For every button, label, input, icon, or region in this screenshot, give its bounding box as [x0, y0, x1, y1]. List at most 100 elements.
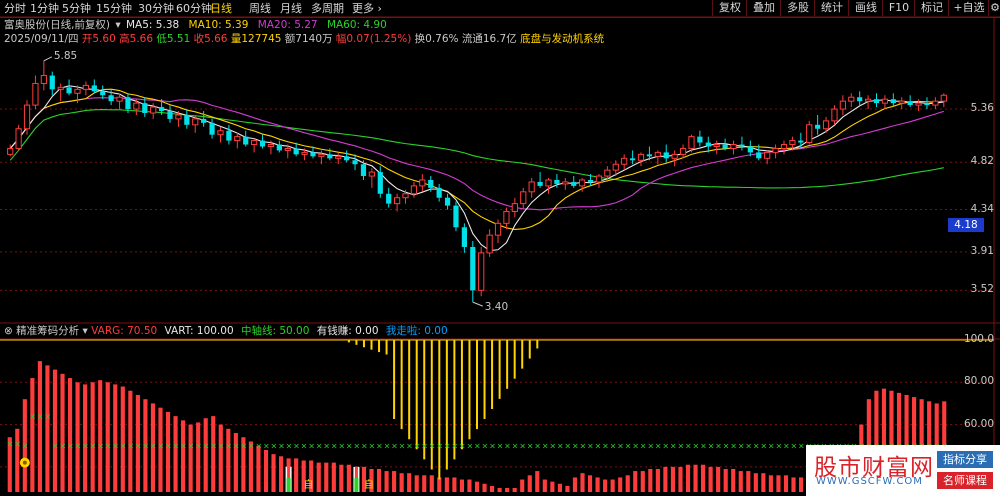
varg-bar — [384, 471, 389, 492]
midline-marker: × — [399, 442, 406, 451]
candle-body — [815, 124, 821, 129]
price-tick-label: 3.91 — [970, 244, 994, 257]
candle-body — [91, 85, 97, 92]
high-label: 5.85 — [54, 50, 77, 62]
midline-marker: × — [180, 442, 187, 451]
midline-marker: × — [738, 442, 745, 451]
candle-body — [848, 96, 855, 102]
candle-body — [571, 181, 577, 186]
varg-bar — [708, 466, 713, 492]
varg-value: VARG: 70.50 — [91, 325, 158, 337]
midline-marker: × — [466, 442, 473, 451]
profit-value: 有钱赚: 0.00 — [316, 325, 379, 337]
candle-body — [192, 118, 199, 126]
varg-bar — [685, 464, 691, 492]
candle-body — [419, 179, 426, 187]
candle-body — [150, 106, 157, 114]
price-tick-label: 4.34 — [970, 202, 994, 215]
candle-body — [789, 140, 796, 146]
candle-body — [739, 144, 745, 147]
candle-body — [318, 153, 325, 157]
watermark-tag-course: 名师课程 — [937, 472, 993, 489]
varg-bar — [580, 473, 585, 492]
midline-marker: × — [37, 412, 44, 421]
midline-marker: × — [7, 440, 14, 449]
midline-marker: × — [112, 442, 119, 451]
midline-marker: × — [346, 442, 353, 451]
candle-body — [453, 205, 459, 228]
candle-body — [537, 181, 543, 186]
candle-body — [267, 144, 275, 147]
varg-bar — [535, 471, 540, 492]
midline-marker: × — [233, 442, 240, 451]
indicator-toggle-icon[interactable]: ▾ — [83, 325, 88, 337]
signal-label: 自 — [304, 478, 314, 491]
midline-marker: × — [753, 442, 760, 451]
candle-body — [284, 147, 291, 151]
candle-body — [940, 94, 947, 102]
midline-marker: × — [436, 442, 443, 451]
candle-body — [444, 197, 451, 206]
candle-body — [428, 179, 434, 188]
current-price-marker: 4.18 — [948, 218, 984, 233]
midline-marker: × — [730, 442, 737, 451]
midline-marker: × — [602, 442, 609, 451]
candle-body — [562, 181, 569, 185]
candle-body — [226, 130, 232, 141]
price-tick-label: 4.82 — [970, 155, 994, 168]
varg-bar — [467, 479, 472, 492]
candle-body — [368, 171, 375, 177]
candle-body — [730, 144, 737, 149]
midline-marker: × — [97, 442, 104, 451]
indicator-close-icon[interactable]: ⊗ — [4, 325, 13, 337]
varg-bar — [37, 361, 42, 492]
varg-bar — [776, 475, 781, 492]
varg-bar — [429, 475, 434, 492]
candle-body — [74, 88, 81, 94]
varg-bar — [67, 378, 73, 492]
candle-body — [293, 148, 299, 155]
varg-bar — [113, 384, 118, 492]
kline-chart[interactable]: 5.853.40× × ×× × ×× × × × × × × × × × × × × × × × × × × × × × × × × ×… — [0, 0, 1000, 496]
midline-marker: × — [527, 442, 534, 451]
varg-bar — [165, 411, 171, 492]
midline-marker: × — [135, 442, 142, 451]
watermark-logo: 股市财富网 WWW.GSCFW.COM 指标分享 名师课程 — [806, 445, 1000, 496]
midline-marker: × — [693, 442, 700, 451]
midline-marker: × — [22, 442, 29, 451]
midline-marker: × — [572, 442, 579, 451]
midline-marker: × — [429, 442, 436, 451]
midline-marker: × — [173, 442, 180, 451]
candle-body — [201, 118, 207, 123]
candle-body — [377, 172, 383, 194]
varg-bar — [316, 462, 321, 492]
midline-marker: × — [127, 442, 134, 451]
price-tick-label: 5.36 — [970, 102, 994, 115]
candle-body — [554, 179, 560, 184]
midline-marker: × — [557, 442, 564, 451]
midline-marker: × — [293, 442, 300, 451]
varg-bar — [444, 477, 449, 492]
varg-bar — [414, 475, 419, 492]
candle-body — [864, 98, 872, 102]
signal-label: 自 — [364, 478, 374, 491]
midline-marker: × — [225, 442, 232, 451]
candle-body — [806, 124, 813, 144]
candle-body — [713, 144, 720, 147]
midline-marker: × — [210, 442, 217, 451]
candle-body — [545, 179, 552, 187]
indicator-name[interactable]: 精准筹码分析 — [16, 325, 79, 337]
candle-body — [23, 104, 31, 130]
varg-bar — [263, 449, 269, 492]
varg-bar — [376, 468, 382, 492]
midline-marker: × — [195, 442, 202, 451]
candle-body — [125, 97, 131, 110]
candle-body — [629, 158, 636, 161]
midline-marker: × — [255, 442, 262, 451]
candle-body — [352, 160, 358, 165]
candle-body — [637, 153, 645, 161]
candle-body — [15, 128, 22, 149]
varg-bar — [105, 382, 110, 492]
candle-body — [646, 154, 653, 157]
candle-body — [66, 87, 72, 94]
